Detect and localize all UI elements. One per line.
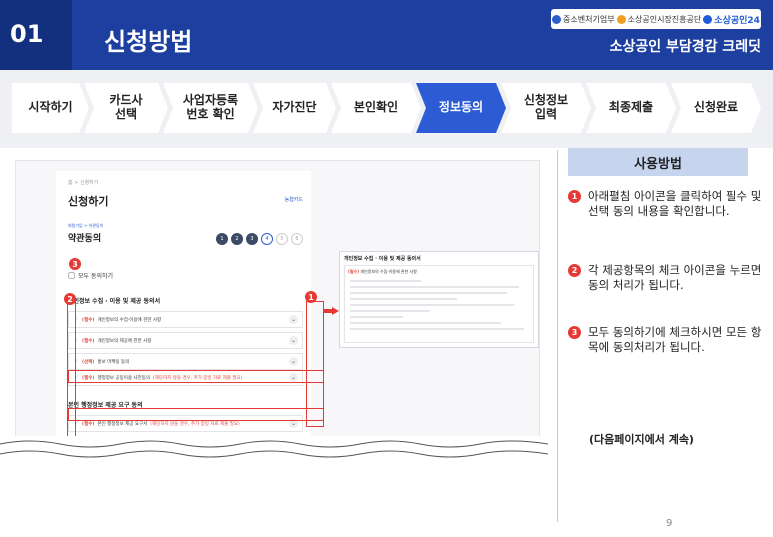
detail-head: (필수) 개인정보의 수집·이용에 관한 사항 <box>348 269 417 274</box>
consent-row[interactable]: ✓ (필수) 개인정보의 제공에 관한 사항 ⌄ <box>68 332 303 349</box>
chevron-down-icon[interactable]: ⌄ <box>289 357 298 366</box>
page-number: 9 <box>666 518 673 529</box>
badge-1: 1 <box>305 291 317 303</box>
step-card-select: 카드사 선택 <box>84 83 168 133</box>
semas-logo-icon <box>616 14 626 24</box>
continue-note: (다음페이지에서 계속) <box>589 433 694 446</box>
mini-step-current: 4 <box>261 233 273 245</box>
header-subtitle: 소상공인 부담경감 크레딧 <box>609 39 761 55</box>
detail-body-text <box>350 280 528 334</box>
step-info-consent: 정보동의 <box>416 83 506 133</box>
chevron-down-icon[interactable]: ⌄ <box>289 315 298 324</box>
mss-logo-icon <box>552 14 562 24</box>
usage-title: 사용방법 <box>568 148 748 176</box>
highlight-row <box>68 370 324 383</box>
mini-step: 5 <box>276 233 288 245</box>
mini-progress: 1 2 3 4 5 6 <box>216 233 303 245</box>
badge-3: 3 <box>69 258 81 270</box>
card-link[interactable]: 농협카드 <box>285 196 303 203</box>
mini-step: 6 <box>291 233 303 245</box>
breadcrumb: 홈 > 신청하기 <box>68 180 99 186</box>
arrow-icon <box>323 307 339 315</box>
apply-title: 신청하기 <box>68 195 109 208</box>
detail-popup: 개인정보 수집 · 이용 및 제공 동의서 (필수) 개인정보의 수집·이용에 … <box>339 251 539 348</box>
step-complete: 신청완료 <box>671 83 761 133</box>
agree-title: 약관동의 <box>68 234 102 244</box>
detail-title: 개인정보 수집 · 이용 및 제공 동의서 <box>344 256 421 262</box>
step-apply-info: 신청정보 입력 <box>501 83 591 133</box>
section-number-box: 01 <box>0 0 72 70</box>
chevron-down-icon[interactable]: ⌄ <box>289 336 298 345</box>
number-badge: 3 <box>568 326 581 339</box>
logo-sbiz24: 소상공인24 <box>703 13 760 26</box>
substep-crumb: 회원가입 > 약관동의 <box>68 223 104 228</box>
step-self-check: 자가진단 <box>253 83 336 133</box>
partner-logos: 중소벤처기업부 소상공인시장진흥공단 소상공인24 <box>551 9 761 29</box>
logo-semas: 소상공인시장진흥공단 <box>616 14 701 25</box>
torn-edge-decoration <box>0 436 548 470</box>
step-identity: 본인확인 <box>331 83 421 133</box>
badge-2: 2 <box>64 293 76 305</box>
consent-screenshot: 홈 > 신청하기 신청하기 농협카드 회원가입 > 약관동의 약관동의 1 2 … <box>15 160 540 450</box>
checkbox-icon <box>68 272 75 279</box>
highlight-row <box>68 408 324 421</box>
section-number: 01 <box>10 20 44 48</box>
number-badge: 2 <box>568 264 581 277</box>
consent-row[interactable]: ✓ (필수) 개인정보의 수집·이용에 관한 사항 ⌄ <box>68 311 303 328</box>
detail-box: (필수) 개인정보의 수집·이용에 관한 사항 <box>344 265 534 343</box>
section-personal-info: 개인정보 수집 · 이용 및 제공 동의서 <box>68 298 161 305</box>
all-agree-checkbox[interactable]: 모두 동의하기 <box>68 271 113 280</box>
step-final-submit: 최종제출 <box>586 83 676 133</box>
mini-step: 2 <box>231 233 243 245</box>
divider <box>557 150 558 522</box>
number-badge: 1 <box>568 190 581 203</box>
step-start: 시작하기 <box>12 83 89 133</box>
mini-step: 1 <box>216 233 228 245</box>
consent-row[interactable]: ✓ (선택) 홍보 마케팅 동의 ⌄ <box>68 353 303 370</box>
logo-mss: 중소벤처기업부 <box>552 14 615 25</box>
sbiz24-logo-icon <box>703 14 713 24</box>
step-bizno: 사업자등록 번호 확인 <box>163 83 258 133</box>
consent-panel: 홈 > 신청하기 신청하기 농협카드 회원가입 > 약관동의 약관동의 1 2 … <box>56 171 311 441</box>
page-title: 신청방법 <box>104 28 193 56</box>
mini-step: 3 <box>246 233 258 245</box>
